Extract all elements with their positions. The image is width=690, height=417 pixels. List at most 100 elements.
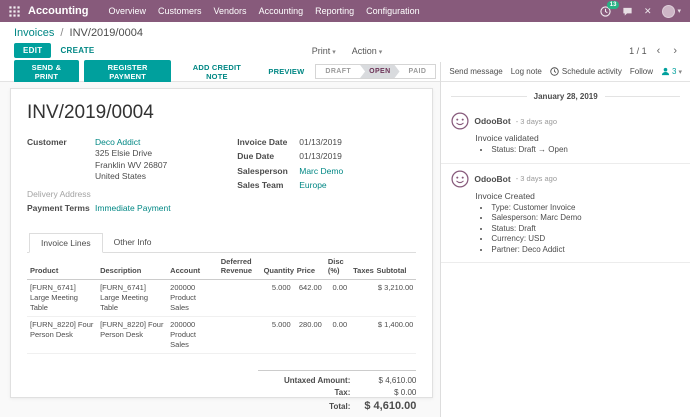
- control-panel: EDIT CREATE Print▾ Action▾ 1 / 1 ‹ ›: [0, 40, 690, 62]
- tax-label: Tax:: [335, 388, 351, 397]
- odoobot-avatar: [451, 112, 469, 130]
- cell-price: 280.00: [294, 316, 325, 353]
- breadcrumb-current: INV/2019/0004: [70, 27, 143, 39]
- app-name[interactable]: Accounting: [28, 5, 89, 17]
- tab-invoice-lines[interactable]: Invoice Lines: [29, 233, 103, 253]
- payment-terms-link[interactable]: Immediate Payment: [95, 203, 171, 214]
- date-separator: January 28, 2019: [441, 82, 690, 106]
- message-author[interactable]: OdooBot: [474, 116, 510, 126]
- messages-icon[interactable]: [622, 6, 633, 17]
- form-view: SEND & PRINT REGISTER PAYMENT ADD CREDIT…: [0, 62, 440, 417]
- cell-price: 642.00: [294, 279, 325, 316]
- main-menu: Overview Customers Vendors Accounting Re…: [103, 3, 600, 19]
- status-paid[interactable]: PAID: [400, 65, 436, 78]
- nav-item-vendors[interactable]: Vendors: [208, 3, 253, 19]
- nav-item-accounting[interactable]: Accounting: [253, 3, 310, 19]
- col-quantity: Quantity: [261, 254, 294, 279]
- cell-deferred-revenue: [218, 316, 261, 353]
- close-icon[interactable]: ✕: [644, 6, 652, 17]
- total-label: Total:: [329, 402, 350, 411]
- edit-button[interactable]: EDIT: [14, 43, 51, 58]
- cell-subtotal: $ 1,400.00: [373, 316, 416, 353]
- untaxed-amount-value: $ 4,610.00: [358, 376, 416, 385]
- message-body: Invoice Created: [475, 191, 680, 201]
- schedule-activity-button[interactable]: Schedule activity: [550, 67, 622, 76]
- customer-link[interactable]: Deco Addict: [95, 137, 140, 147]
- send-print-button[interactable]: SEND & PRINT: [14, 60, 79, 83]
- chatter-toolbar: Send message Log note Schedule activity …: [441, 62, 690, 82]
- invoice-lines-table: Product Description Account Deferred Rev…: [27, 254, 416, 354]
- invoice-line-row[interactable]: [FURN_8220] Four Person Desk [FURN_8220]…: [27, 316, 416, 353]
- preview-button[interactable]: PREVIEW: [262, 65, 310, 79]
- breadcrumb-invoices-link[interactable]: Invoices: [14, 27, 54, 39]
- pager-previous-icon[interactable]: ‹: [654, 45, 664, 57]
- invoice-title: INV/2019/0004: [27, 102, 416, 124]
- salesperson-link[interactable]: Marc Demo: [299, 166, 343, 177]
- tracking-value: Status: Draft → Open: [491, 145, 680, 154]
- followers-button[interactable]: 3 ▾: [661, 67, 682, 76]
- breadcrumb-separator: /: [60, 27, 63, 39]
- activities-icon[interactable]: 13: [600, 6, 611, 17]
- user-menu[interactable]: ▾: [662, 5, 681, 18]
- col-price: Price: [294, 254, 325, 279]
- customer-address-line: United States: [95, 171, 167, 182]
- register-payment-button[interactable]: REGISTER PAYMENT: [84, 60, 172, 83]
- cell-deferred-revenue: [218, 279, 261, 316]
- col-taxes: Taxes: [350, 254, 373, 279]
- tab-other-info[interactable]: Other Info: [103, 233, 163, 253]
- tracking-value: Status: Draft: [491, 224, 680, 233]
- create-button[interactable]: CREATE: [60, 46, 94, 55]
- message-author[interactable]: OdooBot: [474, 174, 510, 184]
- send-message-button[interactable]: Send message: [449, 67, 502, 76]
- chatter-message: OdooBot - 3 days ago Invoice Created Typ…: [441, 164, 690, 264]
- form-background: INV/2019/0004 Customer Deco Addict 325 E…: [0, 82, 440, 417]
- person-icon: [661, 67, 670, 76]
- col-deferred-revenue: Deferred Revenue: [218, 254, 261, 279]
- totals-block: Untaxed Amount: $ 4,610.00 Tax: $ 0.00 T…: [258, 370, 416, 417]
- sales-team-link[interactable]: Europe: [299, 180, 326, 191]
- cell-account: 200000 Product Sales: [167, 279, 218, 316]
- cell-product: [FURN_8220] Four Person Desk: [27, 316, 97, 353]
- accounting-invoice-screen: Accounting Overview Customers Vendors Ac…: [0, 0, 690, 417]
- due-date-label: Due Date: [237, 151, 299, 162]
- notebook-tabs: Invoice Lines Other Info: [27, 232, 416, 253]
- nav-item-customers[interactable]: Customers: [152, 3, 208, 19]
- due-date-value: 01/13/2019: [299, 151, 342, 162]
- odoobot-avatar: [451, 170, 469, 188]
- status-open[interactable]: OPEN: [360, 65, 399, 78]
- pager-count: 1 / 1: [629, 46, 647, 56]
- chatter-panel: Send message Log note Schedule activity …: [440, 62, 690, 417]
- status-bar: DRAFT OPEN PAID: [315, 64, 436, 79]
- print-menu[interactable]: Print▾: [312, 46, 336, 56]
- invoice-line-row[interactable]: [FURN_6741] Large Meeting Table [FURN_67…: [27, 279, 416, 316]
- nav-item-overview[interactable]: Overview: [103, 3, 153, 19]
- nav-item-configuration[interactable]: Configuration: [360, 3, 426, 19]
- breadcrumb: Invoices / INV/2019/0004: [0, 22, 690, 40]
- follow-button[interactable]: Follow: [630, 67, 653, 76]
- table-header-row: Product Description Account Deferred Rev…: [27, 254, 416, 279]
- col-subtotal: Subtotal: [373, 254, 416, 279]
- invoice-date-label: Invoice Date: [237, 137, 299, 148]
- cell-description: [FURN_6741] Large Meeting Table: [97, 279, 167, 316]
- customer-address-line: 325 Elsie Drive: [95, 148, 167, 159]
- cell-quantity: 5.000: [261, 279, 294, 316]
- cell-product: [FURN_6741] Large Meeting Table: [27, 279, 97, 316]
- log-note-button[interactable]: Log note: [511, 67, 542, 76]
- pager-next-icon[interactable]: ›: [670, 45, 680, 57]
- col-product: Product: [27, 254, 97, 279]
- cell-quantity: 5.000: [261, 316, 294, 353]
- sales-team-label: Sales Team: [237, 180, 299, 191]
- apps-grid-icon[interactable]: [9, 6, 20, 17]
- cell-account: 200000 Product Sales: [167, 316, 218, 353]
- nav-item-reporting[interactable]: Reporting: [309, 3, 360, 19]
- status-draft[interactable]: DRAFT: [316, 65, 360, 78]
- cell-description: [FURN_8220] Four Person Desk: [97, 316, 167, 353]
- cell-disc: 0.00: [325, 316, 350, 353]
- invoice-sheet: INV/2019/0004 Customer Deco Addict 325 E…: [10, 88, 433, 398]
- action-menu[interactable]: Action▾: [352, 46, 383, 56]
- add-credit-note-button[interactable]: ADD CREDIT NOTE: [176, 60, 257, 83]
- cell-disc: 0.00: [325, 279, 350, 316]
- chatter-message: OdooBot - 3 days ago Invoice validated S…: [441, 106, 690, 164]
- tracking-value: Partner: Deco Addict: [491, 245, 680, 254]
- total-value: $ 4,610.00: [358, 400, 416, 412]
